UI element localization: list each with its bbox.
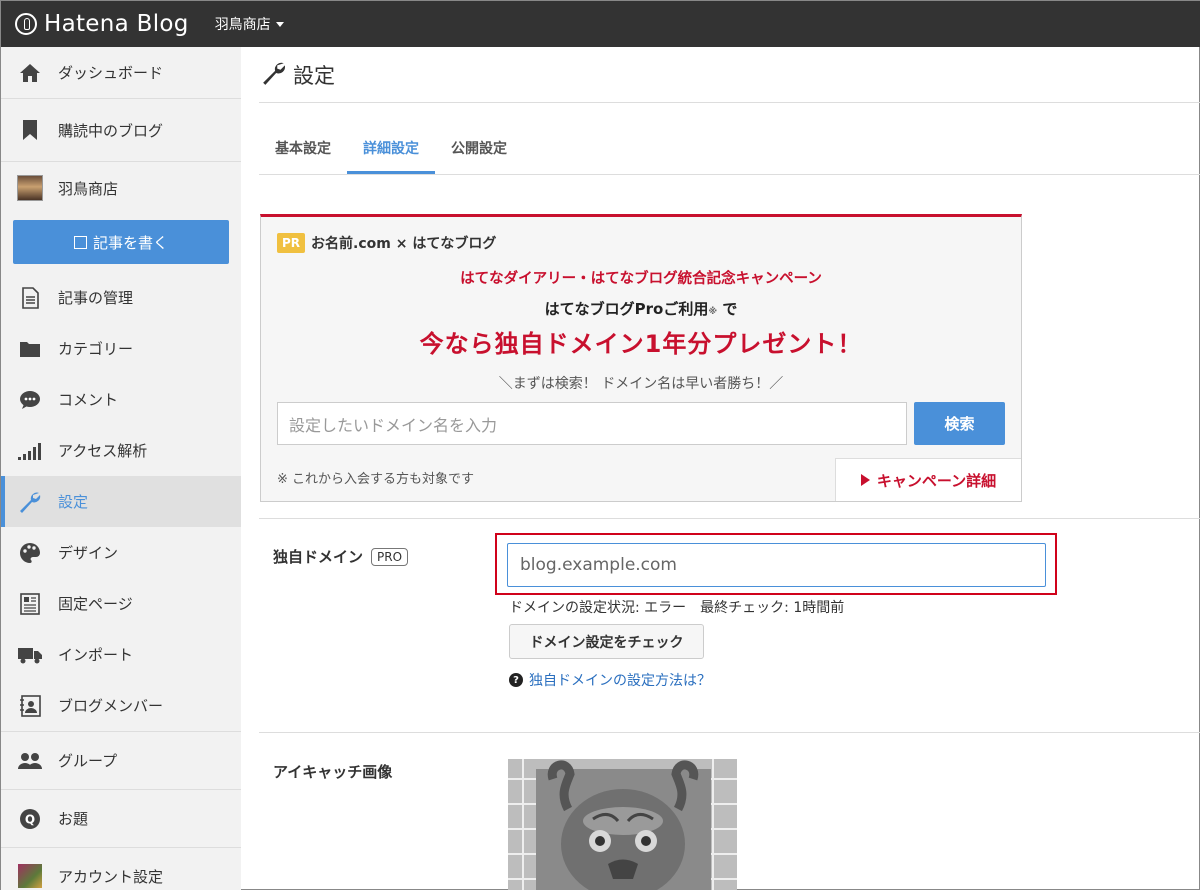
sidebar-item-import[interactable]: インポート (1, 629, 241, 680)
q-icon: Q (17, 806, 43, 832)
section-divider (259, 518, 1200, 519)
group-icon (17, 748, 43, 774)
edit-icon (73, 235, 87, 249)
pr-campaign-box: PR お名前.com × はてなブログ はてなダイアリー・はてなブログ統合記念キ… (260, 214, 1022, 502)
member-icon (17, 693, 43, 719)
sidebar-item-label: お題 (58, 810, 89, 828)
eyecatch-label: アイキャッチ画像 (273, 763, 393, 781)
question-icon: ? (509, 673, 523, 687)
write-article-label: 記事を書く (92, 233, 168, 252)
section-divider (259, 732, 1200, 733)
wrench-icon (261, 60, 287, 90)
bookmark-icon (17, 117, 43, 143)
home-icon (17, 60, 43, 86)
custom-domain-label: 独自ドメイン PRO (273, 546, 409, 567)
sidebar-item-label: 購読中のブログ (58, 121, 164, 140)
document-icon (17, 285, 43, 311)
hatena-logo-icon (15, 13, 37, 35)
campaign-headline: 今なら独自ドメイン1年分プレゼント！ (419, 330, 863, 358)
sidebar-item-groups[interactable]: グループ (1, 732, 241, 789)
svg-text:Q: Q (25, 812, 35, 826)
tab-publish-settings[interactable]: 公開設定 (435, 138, 523, 174)
campaign-subtitle-text: はてなブログProご利用 (544, 300, 709, 318)
sidebar-item-blog[interactable]: 羽鳥商店 (1, 162, 241, 214)
sidebar-item-label: ダッシュボード (58, 64, 164, 82)
main-content: 設定 基本設定 詳細設定 公開設定 PR お名前.com × はてなブログ はて… (259, 47, 1200, 890)
truck-icon (17, 642, 43, 668)
campaign-subtitle: はてなブログProご利用※ で (261, 298, 1021, 319)
brand-name: Hatena Blog (44, 11, 189, 37)
domain-search-input[interactable]: 設定したいドメイン名を入力 (277, 402, 907, 445)
blog-avatar (17, 175, 43, 201)
domain-help-link[interactable]: ? 独自ドメインの設定方法は？ (509, 670, 711, 690)
domain-search-form: 設定したいドメイン名を入力 検索 (277, 402, 1005, 445)
custom-domain-input[interactable]: blog.example.com (507, 543, 1046, 587)
pro-badge: PRO (371, 547, 409, 566)
sidebar-item-label: 記事の管理 (58, 289, 134, 307)
campaign-detail-link[interactable]: キャンペーン詳細 (835, 458, 1021, 501)
campaign-note: ※ これから入会する方も対象です (277, 472, 475, 487)
palette-icon (17, 540, 43, 566)
sidebar-item-label: デザイン (58, 544, 119, 562)
sidebar-item-label: インポート (58, 646, 134, 664)
campaign-subtitle-suffix: で (717, 300, 738, 318)
sidebar-item-label: ブログメンバー (58, 697, 164, 715)
sidebar-item-label: グループ (58, 752, 118, 770)
campaign-subtitle-note: ※ (708, 307, 718, 317)
sidebar-item-topics[interactable]: Q お題 (1, 790, 241, 847)
page-icon (17, 591, 43, 617)
sidebar-item-members[interactable]: ブログメンバー (1, 680, 241, 731)
page-header: 設定 (259, 47, 1200, 103)
campaign-title: はてなダイアリー・はてなブログ統合記念キャンペーン (460, 271, 822, 287)
sidebar-item-dashboard[interactable]: ダッシュボード (1, 47, 241, 98)
blog-selector-label: 羽鳥商店 (214, 17, 271, 33)
sidebar-item-account-settings[interactable]: アカウント設定 (1, 848, 241, 890)
sidebar-item-subscriptions[interactable]: 購読中のブログ (1, 98, 241, 161)
sidebar-item-label: 設定 (58, 493, 89, 511)
bar-chart-icon (17, 438, 43, 464)
pr-heading-row: PR お名前.com × はてなブログ (261, 217, 1021, 253)
caret-down-icon (275, 21, 284, 27)
folder-icon (17, 336, 43, 362)
sidebar-item-comments[interactable]: コメント (1, 374, 241, 425)
sidebar-item-design[interactable]: デザイン (1, 527, 241, 578)
campaign-detail-label: キャンペーン詳細 (876, 471, 997, 490)
settings-tabs: 基本設定 詳細設定 公開設定 (259, 103, 1200, 175)
sidebar-item-label: カテゴリー (58, 340, 134, 358)
campaign-tagline: ＼まずは検索！ ドメイン名は早い者勝ち！／ (498, 376, 784, 392)
sidebar-item-label: アクセス解析 (58, 442, 148, 460)
tab-basic-settings[interactable]: 基本設定 (259, 138, 347, 174)
sidebar-item-analytics[interactable]: アクセス解析 (1, 425, 241, 476)
comment-icon (17, 387, 43, 413)
sidebar-item-articles[interactable]: 記事の管理 (1, 272, 241, 323)
sidebar: ダッシュボード 購読中のブログ 羽鳥商店 記事を書く 記事の管理 カテゴリー コ… (1, 47, 241, 890)
wrench-icon (17, 489, 43, 515)
sidebar-item-label: 羽鳥商店 (58, 179, 119, 198)
check-domain-button[interactable]: ドメイン設定をチェック (509, 624, 704, 659)
sidebar-item-label: コメント (58, 391, 119, 409)
pr-footer: ※ これから入会する方も対象です キャンペーン詳細 (261, 458, 1021, 501)
domain-help-link-label: 独自ドメインの設定方法は？ (529, 673, 711, 689)
domain-status-text: ドメインの設定状況: エラー 最終チェック: 1時間前 (509, 600, 845, 616)
top-bar: Hatena Blog 羽鳥商店 (1, 1, 1200, 47)
custom-domain-label-text: 独自ドメイン (273, 548, 364, 566)
sidebar-item-static-pages[interactable]: 固定ページ (1, 578, 241, 629)
account-avatar (17, 863, 43, 889)
tab-advanced-settings[interactable]: 詳細設定 (347, 138, 435, 174)
domain-search-button[interactable]: 検索 (914, 402, 1005, 445)
blog-selector[interactable]: 羽鳥商店 (215, 14, 284, 34)
eyecatch-image[interactable] (508, 759, 737, 890)
brand[interactable]: Hatena Blog (15, 11, 189, 37)
write-article-button[interactable]: 記事を書く (13, 220, 229, 264)
sidebar-item-label: アカウント設定 (58, 867, 164, 886)
page-title: 設定 (293, 63, 335, 88)
sidebar-item-settings[interactable]: 設定 (1, 476, 241, 527)
sidebar-item-categories[interactable]: カテゴリー (1, 323, 241, 374)
pr-heading: お名前.com × はてなブログ (311, 236, 497, 252)
pr-badge: PR (277, 233, 306, 253)
play-triangle-icon (860, 474, 870, 486)
sidebar-item-label: 固定ページ (58, 595, 133, 613)
